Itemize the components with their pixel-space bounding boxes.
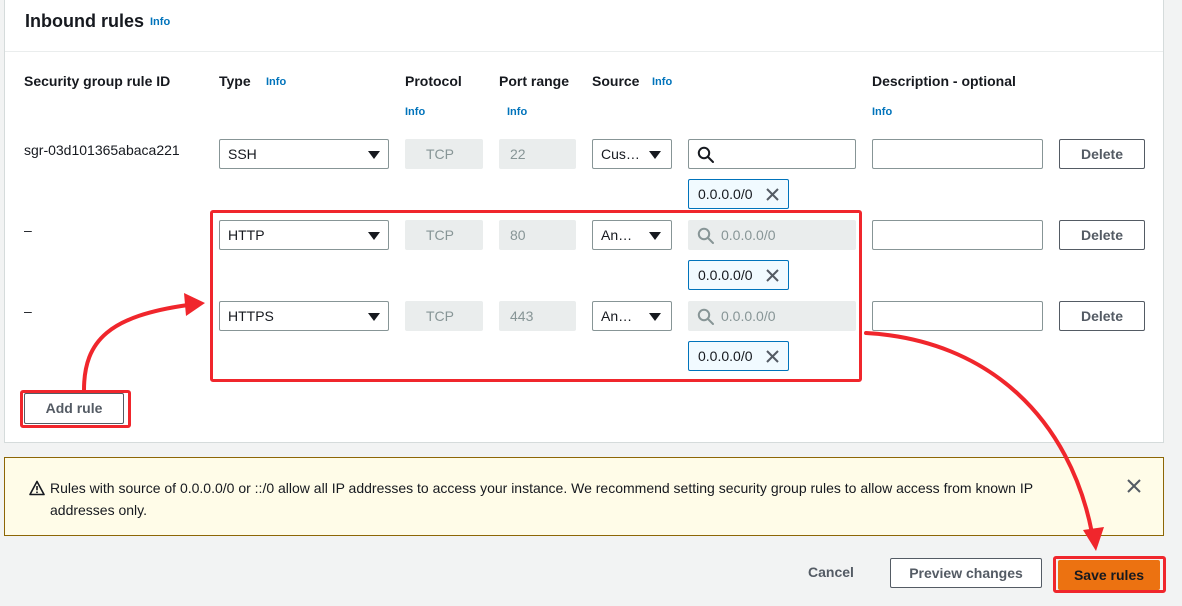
caret-down-icon xyxy=(649,151,661,159)
preview-changes-button[interactable]: Preview changes xyxy=(890,558,1042,588)
cidr-search-input[interactable] xyxy=(688,139,856,169)
source-select[interactable]: Cus… xyxy=(592,139,672,169)
description-info-link[interactable]: Info xyxy=(872,106,892,118)
description-input[interactable] xyxy=(872,220,1043,250)
cidr-token-label: 0.0.0.0/0 xyxy=(698,186,753,202)
column-header-port-range: Port range xyxy=(499,73,570,89)
cancel-button[interactable]: Cancel xyxy=(808,564,854,580)
caret-down-icon xyxy=(368,151,380,159)
remove-token-icon[interactable] xyxy=(766,188,779,201)
annotation-highlight-add-rule xyxy=(20,390,131,428)
annotation-highlight-save-rules xyxy=(1053,556,1166,593)
annotation-highlight-new-rules xyxy=(210,210,862,382)
alert-message: Rules with source of 0.0.0.0/0 or ::/0 a… xyxy=(50,480,1033,518)
column-header-rule-id: Security group rule ID xyxy=(24,73,171,89)
description-input[interactable] xyxy=(872,301,1043,331)
search-icon xyxy=(697,146,714,163)
warning-alert: Rules with source of 0.0.0.0/0 or ::/0 a… xyxy=(4,457,1164,536)
delete-button[interactable]: Delete xyxy=(1059,220,1145,250)
source-select-value: Cus… xyxy=(601,146,640,162)
rule-id: sgr-03d101365abaca221 xyxy=(24,142,180,158)
page-title: Inbound rules xyxy=(25,11,144,31)
delete-button[interactable]: Delete xyxy=(1059,301,1145,331)
rule-id: – xyxy=(24,222,32,238)
port-range-field: 22 xyxy=(499,139,576,169)
column-header-type: Type xyxy=(219,73,251,89)
port-info-link[interactable]: Info xyxy=(507,106,527,118)
source-info-link[interactable]: Info xyxy=(652,76,672,88)
delete-button[interactable]: Delete xyxy=(1059,139,1145,169)
description-input[interactable] xyxy=(872,139,1043,169)
cidr-token: 0.0.0.0/0 xyxy=(688,179,789,209)
rule-id: – xyxy=(24,303,32,319)
type-select[interactable]: SSH xyxy=(219,139,389,169)
type-info-link[interactable]: Info xyxy=(266,76,286,88)
protocol-info-link[interactable]: Info xyxy=(405,106,425,118)
type-select-value: SSH xyxy=(228,146,257,162)
close-icon[interactable] xyxy=(1127,479,1141,493)
protocol-field: TCP xyxy=(405,139,483,169)
column-header-protocol: Protocol xyxy=(405,73,462,89)
title-info-link[interactable]: Info xyxy=(150,16,170,28)
warning-icon xyxy=(29,480,45,496)
panel-header: Inbound rules Info xyxy=(5,0,1163,52)
column-header-source: Source xyxy=(592,73,640,89)
column-header-description: Description - optional xyxy=(872,73,1016,89)
